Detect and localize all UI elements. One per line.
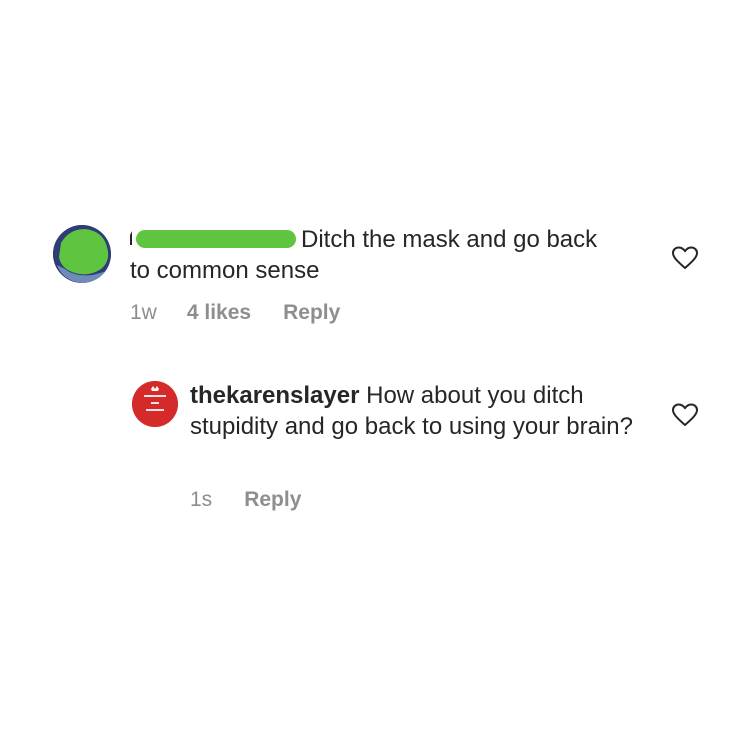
comment-time: 1s xyxy=(190,488,213,511)
heart-outline-icon[interactable] xyxy=(672,246,698,270)
comment-text: thekarenslayer How about you ditch stupi… xyxy=(190,380,650,442)
reply-button[interactable]: Reply xyxy=(283,301,340,325)
username-link[interactable]: thekarenslayer xyxy=(190,382,359,409)
avatar[interactable] xyxy=(132,381,178,427)
comment-meta: 1s Reply xyxy=(190,488,301,512)
reply-button[interactable]: Reply xyxy=(244,488,301,512)
heart-outline-icon[interactable] xyxy=(672,403,698,427)
comment-text: Ditch the mask and go back to common sen… xyxy=(130,224,610,286)
redacted-username xyxy=(130,226,297,248)
avatar-image xyxy=(53,225,111,283)
comment-meta: 1w 4 likes Reply xyxy=(130,301,340,325)
comment-time: 1w xyxy=(130,301,157,324)
likes-count[interactable]: 4 likes xyxy=(187,301,251,325)
avatar-image xyxy=(132,381,178,427)
avatar[interactable] xyxy=(53,225,111,283)
